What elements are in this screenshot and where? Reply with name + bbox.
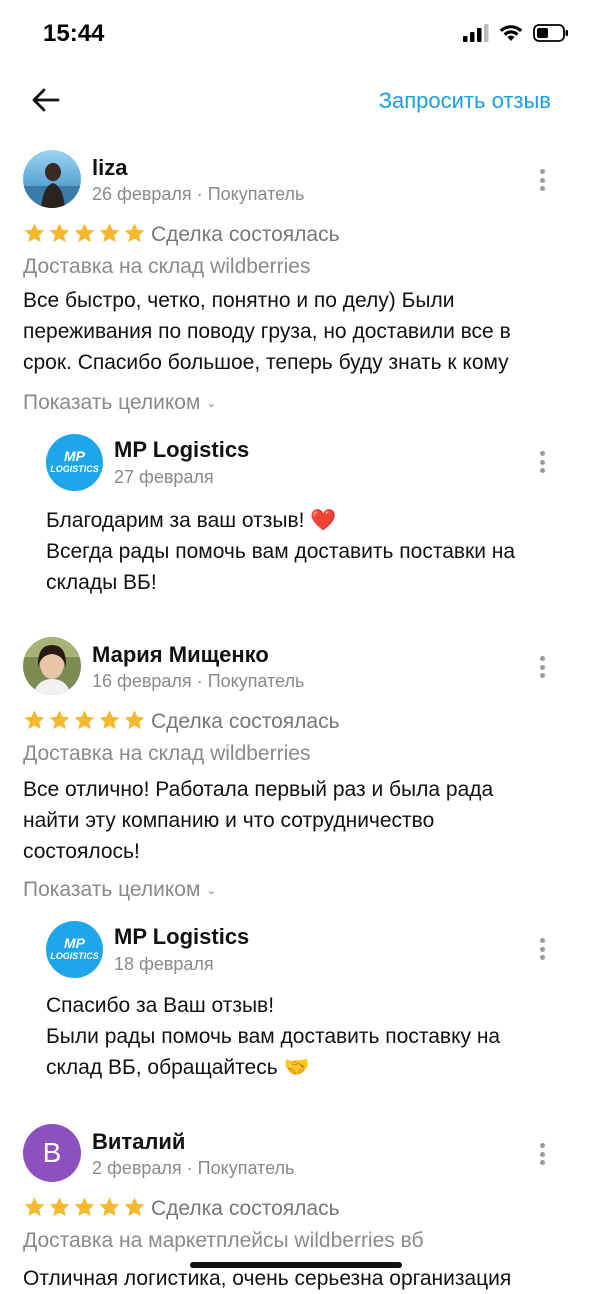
service-name: Доставка на склад wildberries <box>23 742 311 765</box>
deal-status: Сделка состоялась <box>151 223 340 246</box>
star-icon <box>24 223 45 243</box>
reply-date: 18 февраля <box>114 954 214 974</box>
show-more-label: Показать целиком <box>23 878 201 901</box>
reviewer-name: Мария Мищенко <box>92 642 269 667</box>
chevron-down-icon: ⌄ <box>206 883 217 898</box>
rating-stars <box>23 709 146 732</box>
status-icons <box>463 24 569 42</box>
more-options-button[interactable] <box>530 165 554 195</box>
reviewer-role: Покупатель <box>207 671 305 691</box>
review-text: Все отлично! Работала первый раз и была … <box>23 778 494 863</box>
avatar <box>23 637 81 695</box>
review-meta: 2 февраля · Покупатель <box>92 1158 295 1178</box>
reply-text: Спасибо за Ваш отзыв! Были рады помочь в… <box>46 990 556 1083</box>
deal-status: Сделка состоялась <box>151 710 340 733</box>
reply-line: Спасибо за Ваш отзыв! <box>46 994 275 1017</box>
star-icon <box>74 710 95 730</box>
reply-more-options-button[interactable] <box>530 447 554 477</box>
star-icon <box>74 1197 95 1217</box>
star-icon <box>49 710 70 730</box>
star-icon <box>124 223 145 243</box>
back-button[interactable] <box>28 82 64 118</box>
reviewer-role: Покупатель <box>207 184 305 204</box>
reviewer-role: Покупатель <box>197 1158 295 1178</box>
reply-line: Благодарим за ваш отзыв! ❤️ <box>46 509 337 532</box>
deal-status: Сделка состоялась <box>151 1197 340 1220</box>
show-more-link[interactable]: Показать целиком ⌄ <box>23 391 216 415</box>
back-arrow-icon <box>32 88 60 112</box>
star-icon <box>49 223 70 243</box>
star-icon <box>74 223 95 243</box>
reply-date: 27 февраля <box>114 467 214 487</box>
more-options-button[interactable] <box>530 1139 554 1169</box>
reply-author: MP Logistics <box>114 437 250 462</box>
show-more-label: Показать целиком <box>23 391 201 414</box>
reply-text: Благодарим за ваш отзыв! ❤️ Всегда рады … <box>46 505 556 598</box>
reply-line: Были рады помочь вам доставить поставку … <box>46 1025 501 1079</box>
top-bar: Запросить отзыв <box>0 72 591 132</box>
avatar <box>23 150 81 208</box>
rating-stars <box>23 1196 146 1219</box>
company-logo: MP LOGISTICS <box>46 921 103 978</box>
wifi-icon <box>499 25 523 41</box>
signal-icon <box>463 24 489 42</box>
star-icon <box>99 710 120 730</box>
star-icon <box>124 1197 145 1217</box>
more-options-button[interactable] <box>530 652 554 682</box>
star-icon <box>99 223 120 243</box>
company-logo: MP LOGISTICS <box>46 434 103 491</box>
reviewer-name: liza <box>92 155 128 180</box>
review-text: Все быстро, четко, понятно и по делу) Бы… <box>23 289 511 374</box>
star-icon <box>124 710 145 730</box>
status-bar: 15:44 <box>0 0 591 70</box>
chevron-down-icon: ⌄ <box>206 396 217 411</box>
avatar: В <box>23 1124 81 1182</box>
star-icon <box>24 710 45 730</box>
star-icon <box>49 1197 70 1217</box>
reply-line: Всегда рады помочь вам доставить поставк… <box>46 540 516 594</box>
home-indicator <box>190 1262 402 1268</box>
service-name: Доставка на склад wildberries <box>23 255 311 278</box>
rating-stars <box>23 222 146 245</box>
request-review-link[interactable]: Запросить отзыв <box>379 88 551 114</box>
review-meta: 26 февраля · Покупатель <box>92 184 305 204</box>
reviewer-name: Виталий <box>92 1129 186 1154</box>
review-meta: 16 февраля · Покупатель <box>92 671 305 691</box>
service-name: Доставка на маркетплейсы wildberries вб <box>23 1229 424 1252</box>
review-date: 16 февраля <box>92 671 192 691</box>
review-date: 26 февраля <box>92 184 192 204</box>
battery-icon <box>533 24 568 42</box>
reply-author: MP Logistics <box>114 924 250 949</box>
review-date: 2 февраля <box>92 1158 182 1178</box>
reply-more-options-button[interactable] <box>530 934 554 964</box>
star-icon <box>24 1197 45 1217</box>
status-time: 15:44 <box>43 20 105 47</box>
show-more-link[interactable]: Показать целиком ⌄ <box>23 878 216 902</box>
star-icon <box>99 1197 120 1217</box>
avatar-letter: В <box>42 1137 62 1168</box>
